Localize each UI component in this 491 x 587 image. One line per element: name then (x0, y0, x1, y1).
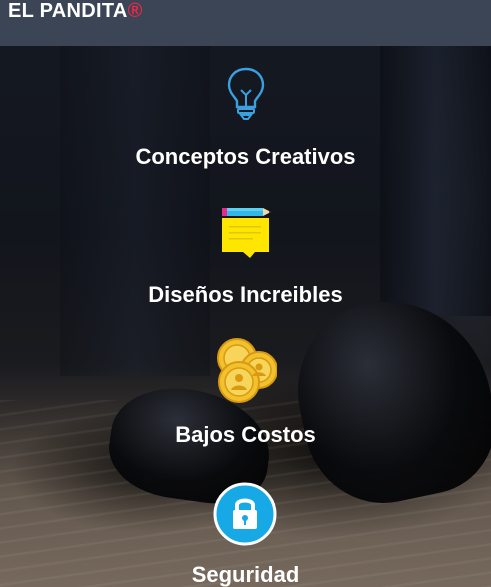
feature-label: Diseños Increibles (148, 282, 343, 307)
top-bar: EL PANDITA® (0, 0, 491, 46)
feature-label: Seguridad (191, 562, 300, 587)
lightbulb-icon (226, 66, 266, 127)
coins-icon (215, 338, 278, 409)
brand-logo[interactable]: EL PANDITA® (8, 0, 143, 23)
brand-name: EL PANDITA (8, 0, 128, 22)
feature-label: Bajos Costos (175, 422, 316, 447)
feature-label: Conceptos Creativos (135, 144, 356, 169)
background-trouser-left (60, 46, 210, 376)
background-trouser-right (380, 46, 491, 316)
note-pencil-icon (219, 204, 273, 265)
registered-mark: ® (127, 0, 143, 22)
lock-icon (213, 482, 277, 551)
